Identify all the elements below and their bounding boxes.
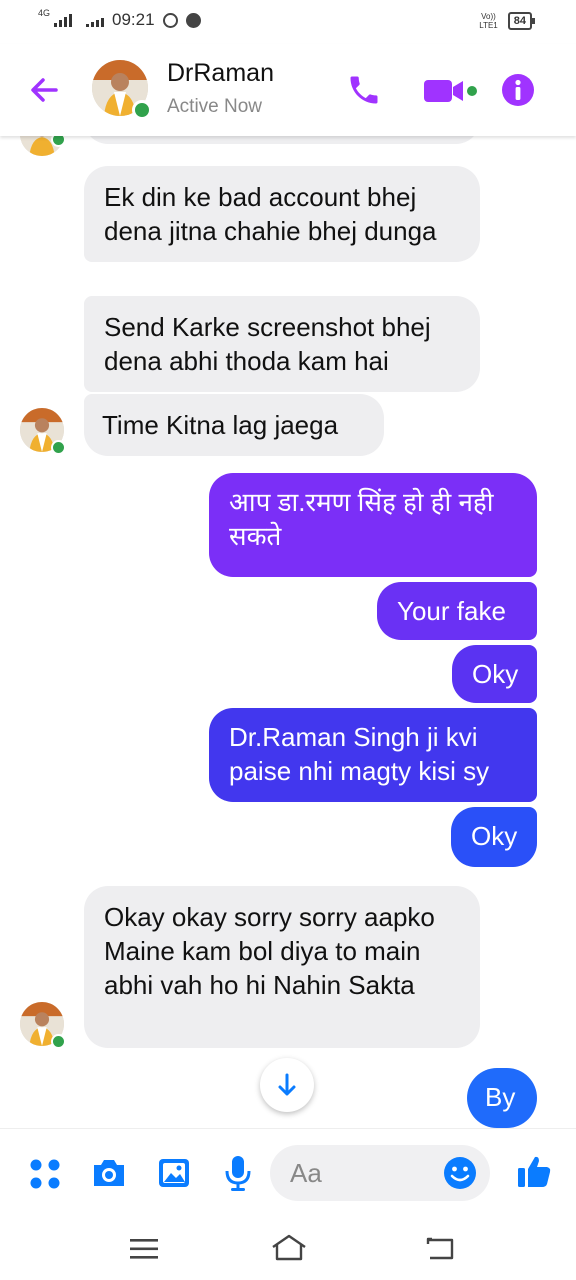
message-bubble[interactable]: Oky xyxy=(451,807,537,867)
gallery-button[interactable] xyxy=(156,1155,192,1196)
conversation-header: DrRaman Active Now xyxy=(0,44,576,136)
status-bar: 4G 09:21 Vo)) LTE1 84 xyxy=(0,0,576,44)
phone-icon xyxy=(350,76,378,104)
smiley-icon xyxy=(444,1157,476,1189)
info-button[interactable] xyxy=(500,72,536,113)
volte-icon: Vo)) LTE1 xyxy=(479,12,498,30)
four-dots-icon xyxy=(30,1159,60,1189)
contact-name[interactable]: DrRaman xyxy=(167,59,274,88)
return-icon xyxy=(426,1237,454,1260)
recents-button[interactable] xyxy=(128,1236,160,1267)
signal-icon xyxy=(54,13,73,27)
message-bubble[interactable]: Time Kitna lag jaega xyxy=(84,394,384,456)
like-button[interactable] xyxy=(514,1151,554,1196)
back-nav-button[interactable] xyxy=(424,1234,456,1267)
menu-lines-icon xyxy=(130,1239,158,1259)
system-nav-bar xyxy=(0,1218,576,1280)
message-bubble[interactable]: Dr.Raman Singh ji kvi paise nhi magty ki… xyxy=(209,708,537,802)
call-button[interactable] xyxy=(346,72,382,113)
scroll-to-bottom-button[interactable] xyxy=(260,1058,314,1112)
message-bubble[interactable]: आप डा.रमण सिंह हो ही नही सकते xyxy=(209,473,537,577)
message-bubble[interactable]: Oky xyxy=(452,645,537,703)
message-bubble[interactable]: By xyxy=(467,1068,537,1128)
message-bubble[interactable]: Your fake xyxy=(377,582,537,640)
message-placeholder: Aa xyxy=(290,1158,322,1188)
signal-2-icon xyxy=(86,13,105,27)
battery-icon: 84 xyxy=(507,12,536,30)
message-list[interactable]: Ek din ke bad account bhej dena jitna ch… xyxy=(0,112,576,1128)
active-status: Active Now xyxy=(167,96,263,117)
home-icon xyxy=(272,1234,306,1261)
data-saver-icon xyxy=(162,12,178,28)
image-icon xyxy=(159,1159,189,1187)
message-input[interactable]: Aa xyxy=(270,1145,490,1201)
clock: 09:21 xyxy=(112,10,155,29)
emoji-button[interactable] xyxy=(442,1155,478,1196)
menu-button[interactable] xyxy=(28,1157,62,1196)
message-bubble[interactable]: Send Karke screenshot bhej dena abhi tho… xyxy=(84,296,480,392)
back-button[interactable] xyxy=(26,72,62,108)
thumbs-up-icon xyxy=(518,1156,551,1187)
composer: Aa xyxy=(0,1128,576,1219)
camera-button[interactable] xyxy=(90,1155,128,1196)
message-bubble[interactable]: Okay okay sorry sorry aapko Maine kam bo… xyxy=(84,886,480,1048)
voice-button[interactable] xyxy=(222,1153,254,1198)
notification-icon xyxy=(185,12,201,28)
network-type: 4G xyxy=(38,8,51,18)
microphone-icon xyxy=(225,1156,251,1191)
info-icon xyxy=(502,74,534,106)
arrow-down-icon xyxy=(278,1073,296,1096)
video-camera-icon xyxy=(424,80,477,102)
message-bubble[interactable]: Ek din ke bad account bhej dena jitna ch… xyxy=(84,166,480,262)
online-indicator xyxy=(51,1034,66,1049)
camera-icon xyxy=(94,1160,124,1186)
online-indicator xyxy=(132,100,152,120)
video-call-button[interactable] xyxy=(422,74,480,113)
home-button[interactable] xyxy=(270,1232,308,1267)
online-indicator xyxy=(51,440,66,455)
arrow-left-icon xyxy=(31,78,58,102)
